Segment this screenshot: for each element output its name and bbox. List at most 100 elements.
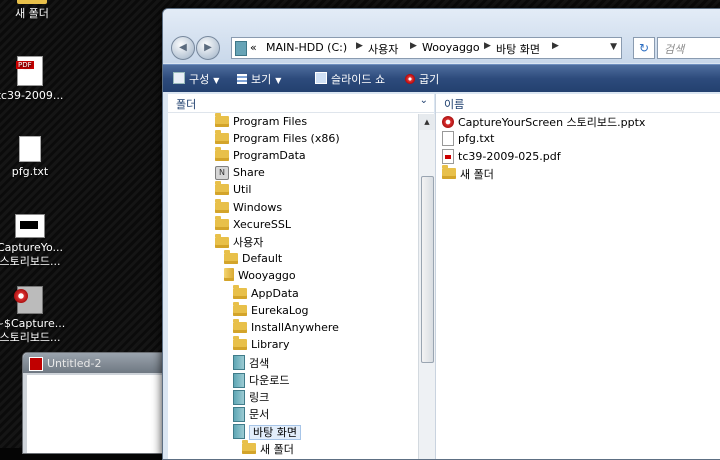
- tree-item-label: 새 폴더: [260, 442, 294, 456]
- tree-item-label: 사용자: [233, 236, 264, 250]
- tree-item-label: ProgramData: [233, 148, 306, 162]
- nav-scrollbar[interactable]: ▲: [418, 114, 435, 459]
- breadcrumb-separator-icon[interactable]: ▶: [484, 41, 491, 51]
- tree-item-label: Library: [251, 338, 290, 352]
- burn-disc-icon: [405, 74, 415, 84]
- desktop-icon-label-line2: 스토리보드...: [0, 255, 61, 268]
- tree-item[interactable]: Wooyaggo: [224, 268, 296, 286]
- tree-item[interactable]: AppData: [233, 284, 299, 303]
- untitled-canvas[interactable]: [27, 375, 173, 453]
- tree-item-label: 링크: [249, 391, 270, 405]
- file-item[interactable]: pfg.txt: [442, 131, 494, 148]
- desktop-icon-pdf[interactable]: PDF tc39-2009...: [0, 56, 70, 103]
- file-item[interactable]: tc39-2009-025.pdf: [442, 148, 561, 166]
- desktop-icon-label: CaptureYo...: [0, 241, 64, 254]
- desktop-icon-new-folder[interactable]: 새 폴더: [0, 0, 72, 21]
- desktop-icon-txt[interactable]: pfg.txt: [0, 136, 70, 179]
- address-bar[interactable]: « MAIN-HDD (C:) ▶ 사용자 ▶ Wooyaggo ▶ 바탕 화면…: [231, 37, 622, 59]
- tree-item[interactable]: 바탕 화면: [233, 424, 301, 441]
- file-item[interactable]: CaptureYourScreen 스토리보드.pptx: [442, 114, 645, 131]
- breadcrumb-separator-icon[interactable]: ▶: [410, 41, 417, 51]
- tree-item[interactable]: ProgramData: [215, 146, 306, 165]
- breadcrumb-drive[interactable]: MAIN-HDD (C:): [266, 41, 347, 54]
- tree-item-label: EurekaLog: [251, 303, 309, 317]
- breadcrumb-users[interactable]: 사용자: [368, 41, 398, 57]
- computer-icon: [235, 41, 247, 56]
- file-list-pane: 이름 CaptureYourScreen 스토리보드.pptx pfg.txt tc…: [435, 94, 720, 459]
- explorer-window[interactable]: ◀ ▶ « MAIN-HDD (C:) ▶ 사용자 ▶ Wooyaggo ▶ 바…: [162, 8, 720, 460]
- tree-item-label: XecureSSL: [233, 217, 291, 231]
- folder-icon: [215, 129, 229, 144]
- breadcrumb-separator-icon[interactable]: ▶: [552, 41, 559, 51]
- tree-item-label: Wooyaggo: [238, 269, 296, 283]
- file-item-label: pfg.txt: [458, 132, 495, 146]
- search-placeholder: 검색: [664, 43, 685, 56]
- tree-item[interactable]: 사용자: [215, 233, 264, 251]
- tree-item-label: Util: [233, 183, 252, 197]
- tree-item[interactable]: 링크: [233, 389, 269, 406]
- untitled-window[interactable]: Untitled-2: [22, 352, 174, 454]
- address-dropdown-icon[interactable]: ▼: [610, 42, 617, 52]
- scroll-thumb[interactable]: [421, 176, 434, 363]
- scroll-up-icon[interactable]: ▲: [419, 114, 435, 130]
- library-icon: [233, 389, 245, 405]
- refresh-button[interactable]: ↻: [633, 37, 655, 59]
- tree-item-label: 문서: [249, 408, 270, 422]
- breadcrumb-desktop[interactable]: 바탕 화면: [496, 41, 540, 57]
- folder-open-icon: [224, 268, 234, 282]
- tree-item[interactable]: 다운로드: [233, 372, 289, 389]
- tree-item[interactable]: 새 폴더: [242, 440, 294, 458]
- dropdown-arrow-icon: ▼: [213, 76, 220, 85]
- breadcrumb-separator-icon[interactable]: ▶: [356, 41, 363, 51]
- tree-item[interactable]: N Share: [215, 165, 265, 183]
- folders-header[interactable]: 폴더 ⌄: [168, 94, 434, 113]
- slideshow-icon: [315, 72, 327, 84]
- tree-item[interactable]: Program Files (x86): [215, 129, 340, 148]
- tree-item[interactable]: Program Files: [215, 112, 307, 131]
- text-file-icon: [442, 131, 454, 147]
- file-item-label: CaptureYourScreen 스토리보드.pptx: [458, 116, 646, 129]
- back-button[interactable]: ◀: [171, 36, 195, 60]
- desktop-icon-label: ~$Capture...: [0, 317, 66, 330]
- forward-arrow-icon: ▶: [204, 42, 212, 53]
- column-header-name[interactable]: 이름: [436, 94, 720, 113]
- tree-item-label: AppData: [251, 286, 299, 300]
- organize-button[interactable]: 구성 ▼: [173, 71, 219, 87]
- search-box[interactable]: 검색: [657, 37, 720, 59]
- desktop-icon-pptx-temp[interactable]: ~$Capture... 스토리보드...: [0, 286, 70, 345]
- share-icon: N: [215, 165, 229, 180]
- chevron-down-icon[interactable]: ⌄: [420, 95, 428, 106]
- burn-button[interactable]: 굽기: [405, 71, 439, 87]
- dropdown-arrow-icon: ▼: [275, 76, 282, 85]
- tree-item[interactable]: Windows: [215, 198, 282, 217]
- folder-icon: [215, 233, 229, 248]
- pptx-file-icon: [442, 116, 454, 128]
- untitled-titlebar[interactable]: Untitled-2: [23, 353, 173, 373]
- tree-item[interactable]: Default: [224, 250, 282, 269]
- desktop-icon-label: tc39-2009...: [0, 89, 64, 102]
- file-item-label: 새 폴더: [460, 167, 494, 181]
- pdf-file-icon: [442, 148, 454, 164]
- tree-item[interactable]: 문서: [233, 406, 269, 423]
- breadcrumb-overflow[interactable]: «: [250, 41, 257, 54]
- tree-item[interactable]: Library: [233, 336, 290, 355]
- file-item[interactable]: 새 폴더: [442, 165, 494, 183]
- refresh-icon: ↻: [638, 41, 650, 55]
- folder-icon: [242, 440, 256, 455]
- pdf-file-icon: PDF: [16, 56, 43, 86]
- tree-item-label: Program Files (x86): [233, 131, 340, 145]
- slideshow-button[interactable]: 슬라이드 쇼: [315, 71, 385, 87]
- tree-item[interactable]: Util: [215, 181, 252, 200]
- slideshow-label: 슬라이드 쇼: [331, 73, 386, 86]
- back-arrow-icon: ◀: [179, 42, 187, 53]
- tree-item[interactable]: XecureSSL: [215, 215, 291, 234]
- desktop-icon-pptx[interactable]: CaptureYo... 스토리보드...: [0, 214, 70, 269]
- library-icon: [233, 372, 245, 388]
- breadcrumb-user[interactable]: Wooyaggo: [422, 41, 480, 54]
- tree-item[interactable]: InstallAnywhere: [233, 318, 339, 337]
- tree-item[interactable]: 검색: [233, 355, 269, 372]
- forward-button[interactable]: ▶: [196, 36, 220, 60]
- views-button[interactable]: 보기 ▼: [237, 71, 281, 87]
- tree-item[interactable]: EurekaLog: [233, 301, 309, 320]
- folder-icon: [233, 301, 247, 316]
